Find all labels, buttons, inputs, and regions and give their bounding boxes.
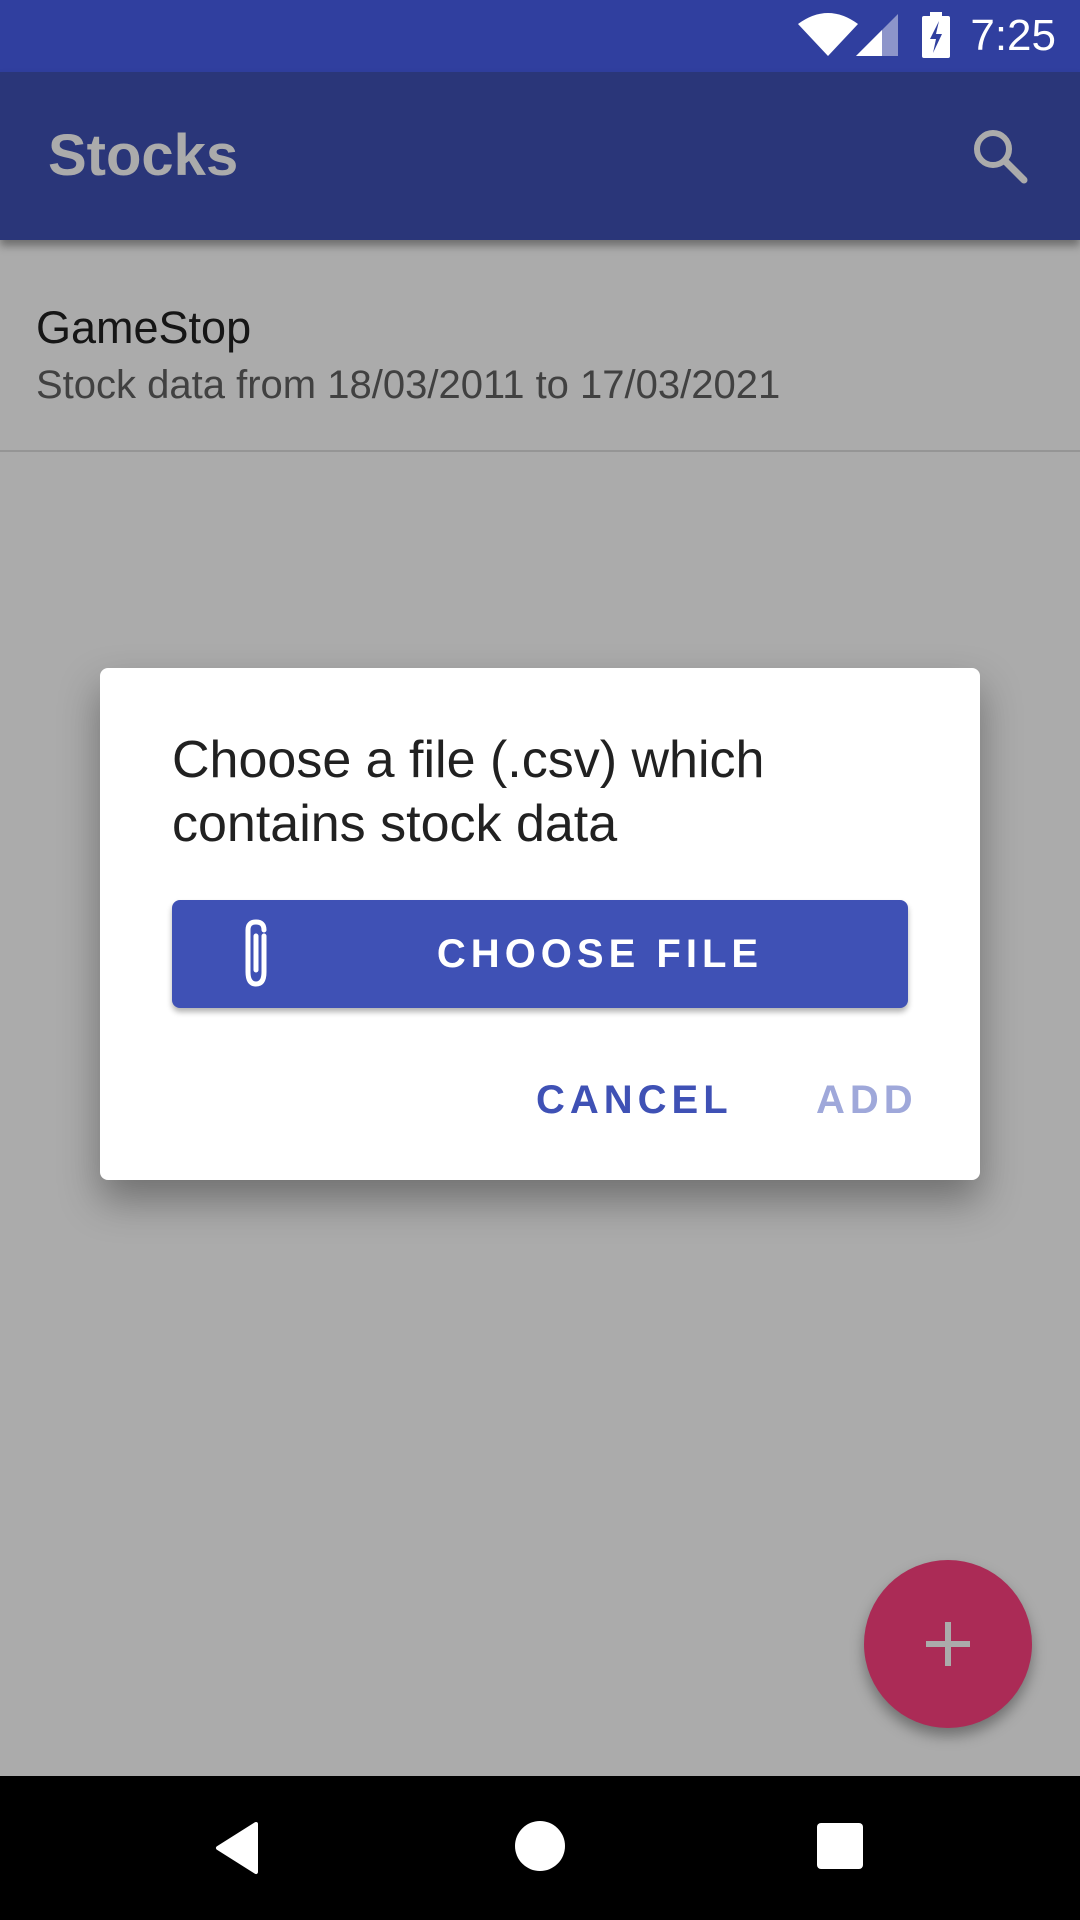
home-icon[interactable]: [515, 1821, 565, 1871]
navigation-bar: [0, 1776, 1080, 1920]
status-time: 7:25: [970, 11, 1056, 60]
paperclip-icon: [245, 919, 267, 987]
battery-charging-icon: [922, 12, 950, 58]
choose-file-dialog: Choose a file (.csv) which contains stoc…: [100, 668, 980, 1180]
back-icon[interactable]: [212, 1820, 262, 1876]
choose-file-label: CHOOSE FILE: [436, 932, 764, 976]
status-bar: 7:25: [0, 0, 1080, 72]
dialog-title: Choose a file (.csv) which contains stoc…: [172, 731, 765, 853]
choose-file-button[interactable]: CHOOSE FILE: [172, 900, 908, 1008]
cancel-button[interactable]: CANCEL: [536, 1070, 733, 1130]
wifi-icon: [798, 13, 858, 56]
signal-icon: [856, 14, 898, 56]
add-button[interactable]: ADD: [816, 1070, 918, 1130]
recents-icon[interactable]: [817, 1823, 863, 1869]
